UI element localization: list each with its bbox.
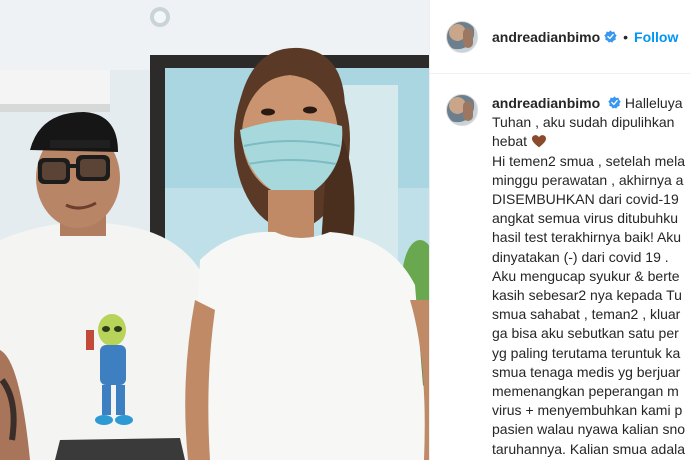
- caption-text-line: Tuhan , aku sudah dipulihkan: [492, 114, 675, 131]
- caption-author-avatar[interactable]: [446, 94, 478, 126]
- caption-text-line: ga bisa aku sebutkan satu per: [492, 325, 679, 342]
- author-avatar[interactable]: [446, 20, 478, 53]
- caption-text-line: kasih sebesar2 nya kepada Tu: [492, 287, 682, 304]
- post-header: andreadianbimo • Follow: [430, 0, 690, 74]
- caption-text-line: Aku mengucap syukur & berte: [492, 267, 680, 284]
- caption-text-line: smua tenaga medis yg berjuar: [492, 363, 681, 380]
- caption-text-line: angkat semua virus ditubuhku: [492, 210, 678, 227]
- caption-text-line: Hi temen2 smua , setelah mela: [492, 152, 685, 169]
- caption-text-line: smua sahabat , teman2 , kluar: [492, 306, 681, 323]
- caption-username[interactable]: andreadianbimo: [492, 95, 600, 111]
- caption-text-line: hebat: [492, 133, 528, 150]
- verified-badge-icon: [608, 96, 621, 109]
- verified-badge-icon: [604, 30, 617, 43]
- post-sidebar: andreadianbimo • Follow andreadianbimo H…: [429, 0, 690, 460]
- separator-dot: •: [623, 28, 629, 45]
- author-username[interactable]: andreadianbimo: [492, 29, 600, 45]
- caption-text-line: Halleluya: [624, 95, 683, 111]
- caption-text-line: minggu perawatan , akhirnya a: [492, 171, 684, 188]
- caption-text-line: yg paling terutama teruntuk ka: [492, 344, 681, 361]
- follow-button[interactable]: Follow: [634, 29, 678, 45]
- post-photo[interactable]: [0, 0, 429, 460]
- caption-text-line: hasil test terakhirnya baik! Aku: [492, 229, 682, 246]
- caption-text-line: pasien walau nyawa kalian sno: [492, 421, 686, 438]
- caption-text-line: taruhannya. Kalian smua adala: [492, 440, 686, 457]
- caption: andreadianbimo Halleluya Tuhan , aku sud…: [430, 74, 690, 459]
- caption-text-line: DISEMBUHKAN dari covid-19: [492, 191, 679, 208]
- caption-text-line-heart: hebat: [492, 132, 690, 151]
- brown-heart-icon: [532, 135, 547, 148]
- photo-illustration: [0, 0, 429, 460]
- caption-first-line: andreadianbimo Halleluya: [492, 94, 690, 113]
- caption-text-line: memenangkan peperangan m: [492, 383, 679, 400]
- caption-text-line: dinyatakan (-) dari covid 19 .: [492, 248, 669, 265]
- caption-text-line: virus + menyembuhkan kami p: [492, 402, 683, 419]
- caption-body: andreadianbimo Halleluya Tuhan , aku sud…: [492, 94, 690, 459]
